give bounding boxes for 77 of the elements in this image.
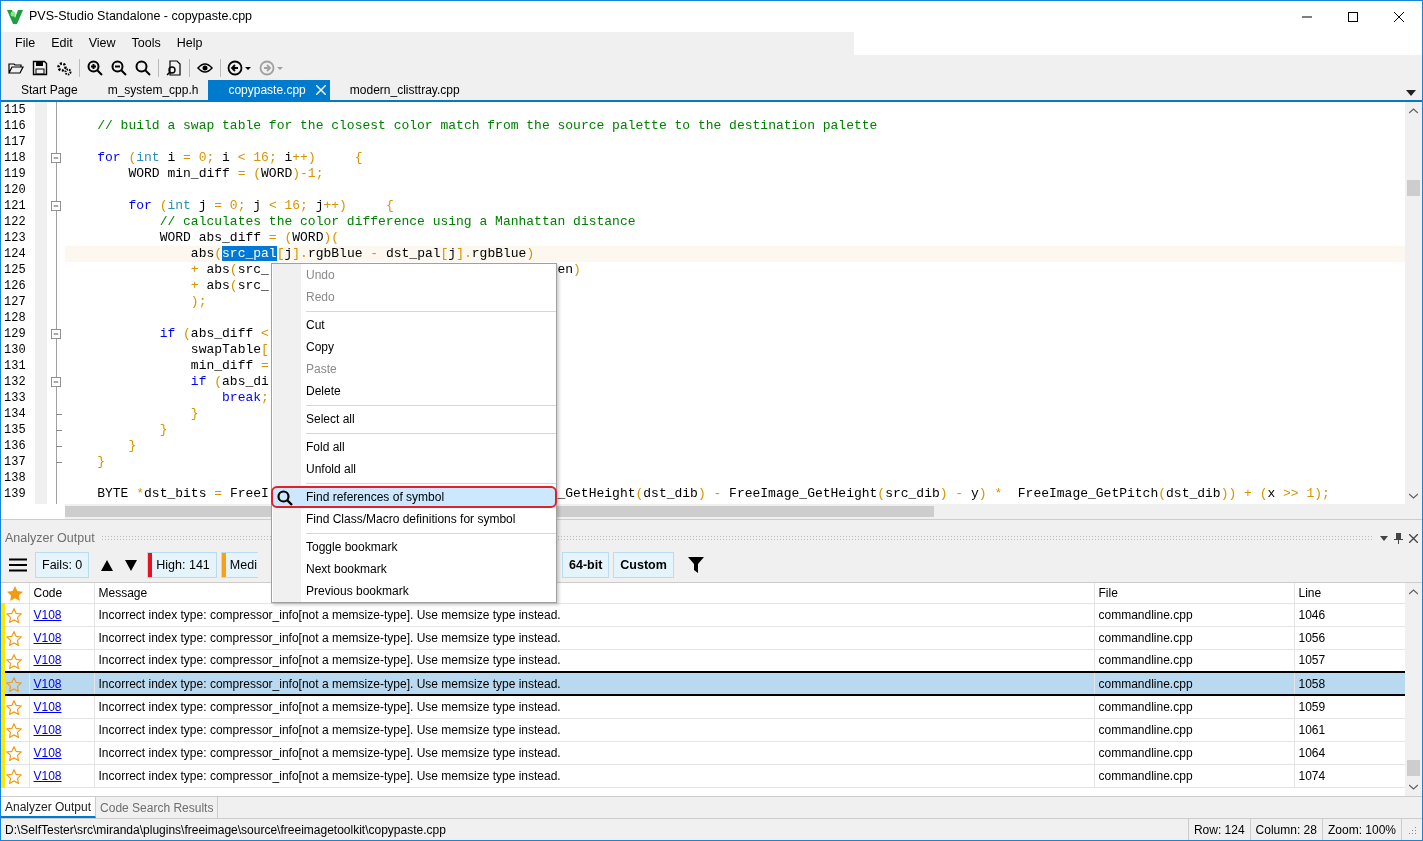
line-number: 116	[3, 118, 26, 135]
code-line: break;	[222, 390, 269, 405]
table-cell: 1057	[1298, 653, 1326, 668]
table-cell: Incorrect index type: compressor_info[not a memsize-type]. Use memsize type instead.	[98, 630, 561, 645]
table-cell: 1061	[1298, 722, 1326, 737]
code-line: if (abs_diff <	[159, 326, 269, 341]
code-line: for (int j = 0; j < 16; j++) {	[128, 198, 394, 213]
table-cell: commandline.cpp	[1098, 607, 1193, 622]
table-cell: 1056	[1298, 630, 1326, 645]
line-number: 118	[3, 150, 26, 167]
window-title: PVS-Studio Standalone - copypaste.cpp	[29, 8, 253, 26]
table-cell: commandline.cpp	[1098, 676, 1193, 691]
line-number: 121	[3, 198, 26, 215]
code-line: for (int i = 0; i < 16; i++) {	[97, 150, 363, 165]
status-text: Row: 124	[1193, 821, 1245, 839]
table-cell: Incorrect index type: compressor_info[not a memsize-type]. Use memsize type instead.	[98, 768, 561, 783]
line-number: 132	[3, 374, 26, 391]
table-cell: Incorrect index type: compressor_info[not a memsize-type]. Use memsize type instead.	[98, 653, 561, 668]
line-number: 134	[3, 406, 26, 423]
table-cell: commandline.cpp	[1098, 745, 1193, 760]
line-number: 128	[3, 310, 26, 327]
table-cell: commandline.cpp	[1098, 722, 1193, 737]
line-number: 131	[3, 358, 26, 375]
line-number: 127	[3, 294, 26, 311]
code-line: }	[190, 406, 199, 421]
file-path: D:\SelfTester\src\miranda\plugins\freeimage\source\freeimagetoolkit\copypaste.cpp	[4, 821, 446, 839]
table-cell: Incorrect index type: compressor_info[not a memsize-type]. Use memsize type instead.	[98, 676, 561, 691]
table-cell: 1064	[1298, 745, 1326, 760]
line-number: 137	[3, 454, 26, 471]
code-line: abs(src_pal[j].rgbBlue - dst_pal[j].rgbBlue)	[190, 246, 535, 261]
line-number: 119	[3, 166, 26, 183]
code-line: );	[190, 294, 207, 309]
table-cell: 1059	[1298, 699, 1326, 714]
code-line: + abs(src_	[190, 262, 269, 277]
line-number: 136	[3, 438, 26, 455]
code-line: BYTE *dst_bits = FreeI	[97, 486, 269, 501]
code-line: // build a swap table for the closest color match from the source palette to the destination palette	[97, 118, 878, 133]
line-number: 117	[3, 134, 26, 151]
line-number: 124	[3, 246, 26, 263]
line-number: 115	[3, 102, 26, 119]
code-line: if (abs_di	[190, 374, 269, 389]
code-line: WORD min_diff = (WORD)-1;	[128, 166, 324, 181]
line-number: 125	[3, 262, 26, 279]
code-line: min_diff =	[190, 358, 269, 373]
line-number: 138	[3, 470, 26, 487]
table-cell: 1074	[1298, 768, 1326, 783]
table-cell: Incorrect index type: compressor_info[not a memsize-type]. Use memsize type instead.	[98, 722, 561, 737]
code-line: en)	[557, 262, 581, 277]
code-line: }	[128, 438, 137, 453]
code-line: }	[159, 422, 168, 437]
code-line: }	[97, 454, 106, 469]
line-number: 123	[3, 230, 26, 247]
code-line: + abs(src_	[190, 278, 269, 293]
line-number: 122	[3, 214, 26, 231]
table-cell: 1046	[1298, 607, 1326, 622]
line-number: 129	[3, 326, 26, 343]
code-line: // calculates the color difference using a Manhattan distance	[159, 214, 636, 229]
table-cell: 1058	[1298, 676, 1326, 691]
line-number: 135	[3, 422, 26, 439]
table-cell: Incorrect index type: compressor_info[not a memsize-type]. Use memsize type instead.	[98, 745, 561, 760]
status-text: Column: 28	[1255, 821, 1317, 839]
table-cell: commandline.cpp	[1098, 630, 1193, 645]
table-cell: commandline.cpp	[1098, 653, 1193, 668]
code-line: swapTable[	[190, 342, 269, 357]
line-number: 126	[3, 278, 26, 295]
code-line: WORD abs_diff = (WORD)(	[159, 230, 340, 245]
line-number: 139	[3, 486, 26, 503]
table-cell: commandline.cpp	[1098, 768, 1193, 783]
table-cell: commandline.cpp	[1098, 699, 1193, 714]
line-number: 130	[3, 342, 26, 359]
code-line: _GetHeight(dst_dib) - FreeImage_GetHeight(src_dib) - y) * FreeImage_GetPitch(dst_dib)) + (x >> 1);	[557, 486, 1330, 501]
table-cell: Incorrect index type: compressor_info[not a memsize-type]. Use memsize type instead.	[98, 699, 561, 714]
status-text: Zoom: 100%	[1327, 821, 1396, 839]
line-number: 133	[3, 390, 26, 407]
panel-title: Analyzer Output	[5, 529, 95, 547]
line-number: 120	[3, 182, 26, 199]
table-cell: Incorrect index type: compressor_info[not a memsize-type]. Use memsize type instead.	[98, 607, 561, 622]
